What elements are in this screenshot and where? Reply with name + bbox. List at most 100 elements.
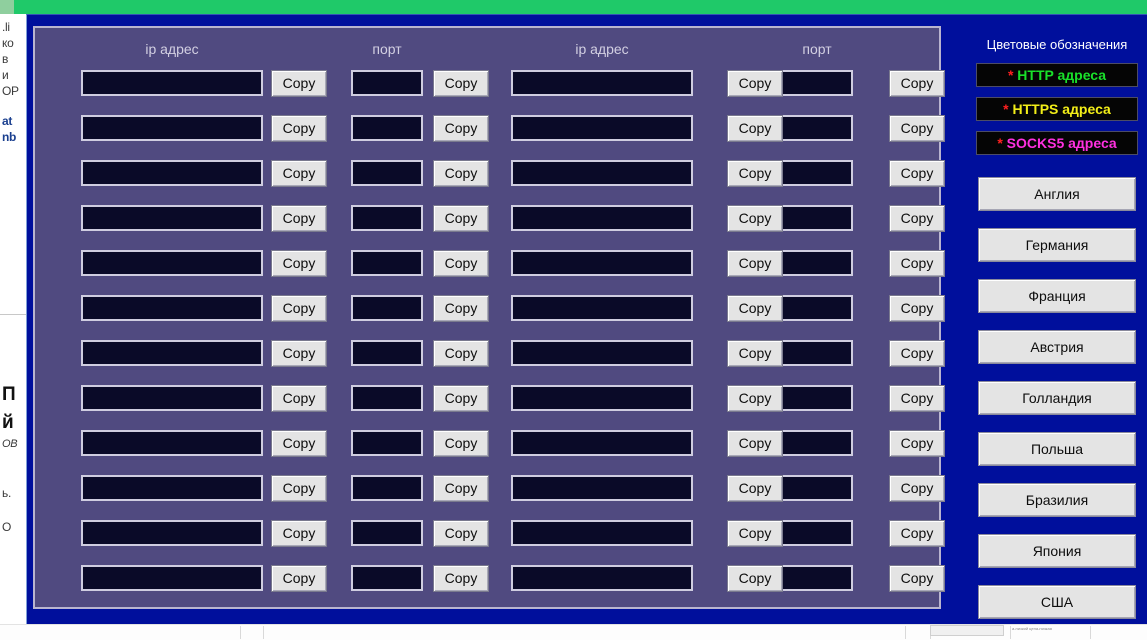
port-field-left[interactable] (351, 340, 423, 366)
copy-button-ip-right[interactable]: Copy (727, 70, 783, 97)
copy-button-ip-left[interactable]: Copy (271, 70, 327, 97)
ip-address-field-right[interactable] (511, 295, 693, 321)
copy-button-port-left[interactable]: Copy (433, 475, 489, 502)
copy-button-ip-right[interactable]: Copy (727, 385, 783, 412)
copy-button-port-left[interactable]: Copy (433, 205, 489, 232)
copy-button-ip-left[interactable]: Copy (271, 385, 327, 412)
port-field-right[interactable] (781, 160, 853, 186)
port-field-left[interactable] (351, 115, 423, 141)
port-field-left[interactable] (351, 520, 423, 546)
copy-button-ip-right[interactable]: Copy (727, 340, 783, 367)
copy-button-port-right[interactable]: Copy (889, 430, 945, 457)
copy-button-ip-right[interactable]: Copy (727, 205, 783, 232)
country-button-9[interactable]: США (978, 585, 1136, 619)
country-button-1[interactable]: Англия (978, 177, 1136, 211)
port-field-left[interactable] (351, 250, 423, 276)
ip-address-field-right[interactable] (511, 565, 693, 591)
copy-button-port-left[interactable]: Copy (433, 70, 489, 97)
copy-button-port-left[interactable]: Copy (433, 385, 489, 412)
ip-address-field-left[interactable] (81, 475, 263, 501)
country-button-5[interactable]: Голландия (978, 381, 1136, 415)
ip-address-field-right[interactable] (511, 520, 693, 546)
country-button-4[interactable]: Австрия (978, 330, 1136, 364)
copy-button-ip-left[interactable]: Copy (271, 250, 327, 277)
copy-button-ip-left[interactable]: Copy (271, 115, 327, 142)
ip-address-field-left[interactable] (81, 295, 263, 321)
copy-button-ip-right[interactable]: Copy (727, 295, 783, 322)
copy-button-port-left[interactable]: Copy (433, 430, 489, 457)
copy-button-port-right[interactable]: Copy (889, 385, 945, 412)
ip-address-field-left[interactable] (81, 520, 263, 546)
copy-button-ip-left[interactable]: Copy (271, 475, 327, 502)
copy-button-ip-right[interactable]: Copy (727, 565, 783, 592)
copy-button-port-left[interactable]: Copy (433, 520, 489, 547)
port-field-right[interactable] (781, 475, 853, 501)
copy-button-ip-right[interactable]: Copy (727, 520, 783, 547)
copy-button-port-right[interactable]: Copy (889, 205, 945, 232)
port-field-right[interactable] (781, 385, 853, 411)
port-field-left[interactable] (351, 295, 423, 321)
port-field-right[interactable] (781, 115, 853, 141)
copy-button-ip-right[interactable]: Copy (727, 115, 783, 142)
ip-address-field-right[interactable] (511, 385, 693, 411)
port-field-left[interactable] (351, 205, 423, 231)
copy-button-ip-left[interactable]: Copy (271, 520, 327, 547)
copy-button-ip-right[interactable]: Copy (727, 160, 783, 187)
ip-address-field-left[interactable] (81, 70, 263, 96)
ip-address-field-left[interactable] (81, 340, 263, 366)
ip-address-field-right[interactable] (511, 250, 693, 276)
copy-button-port-right[interactable]: Copy (889, 160, 945, 187)
copy-button-port-right[interactable]: Copy (889, 340, 945, 367)
copy-button-ip-right[interactable]: Copy (727, 250, 783, 277)
port-field-left[interactable] (351, 475, 423, 501)
port-field-left[interactable] (351, 565, 423, 591)
country-button-3[interactable]: Франция (978, 279, 1136, 313)
port-field-left[interactable] (351, 70, 423, 96)
ip-address-field-left[interactable] (81, 565, 263, 591)
port-field-right[interactable] (781, 520, 853, 546)
ip-address-field-right[interactable] (511, 205, 693, 231)
port-field-right[interactable] (781, 430, 853, 456)
ip-address-field-left[interactable] (81, 115, 263, 141)
country-button-6[interactable]: Польша (978, 432, 1136, 466)
copy-button-ip-left[interactable]: Copy (271, 295, 327, 322)
copy-button-ip-left[interactable]: Copy (271, 160, 327, 187)
copy-button-port-left[interactable]: Copy (433, 160, 489, 187)
ip-address-field-right[interactable] (511, 340, 693, 366)
port-field-right[interactable] (781, 250, 853, 276)
copy-button-port-right[interactable]: Copy (889, 475, 945, 502)
port-field-right[interactable] (781, 205, 853, 231)
copy-button-ip-right[interactable]: Copy (727, 430, 783, 457)
copy-button-ip-right[interactable]: Copy (727, 475, 783, 502)
ip-address-field-right[interactable] (511, 115, 693, 141)
ip-address-field-left[interactable] (81, 250, 263, 276)
copy-button-port-right[interactable]: Copy (889, 70, 945, 97)
country-button-7[interactable]: Бразилия (978, 483, 1136, 517)
port-field-right[interactable] (781, 565, 853, 591)
port-field-left[interactable] (351, 160, 423, 186)
port-field-right[interactable] (781, 70, 853, 96)
port-field-left[interactable] (351, 385, 423, 411)
copy-button-port-right[interactable]: Copy (889, 115, 945, 142)
country-button-8[interactable]: Япония (978, 534, 1136, 568)
copy-button-port-right[interactable]: Copy (889, 250, 945, 277)
ip-address-field-left[interactable] (81, 430, 263, 456)
copy-button-port-left[interactable]: Copy (433, 565, 489, 592)
copy-button-port-left[interactable]: Copy (433, 115, 489, 142)
ip-address-field-right[interactable] (511, 430, 693, 456)
copy-button-ip-left[interactable]: Copy (271, 430, 327, 457)
copy-button-ip-left[interactable]: Copy (271, 205, 327, 232)
ip-address-field-left[interactable] (81, 160, 263, 186)
port-field-right[interactable] (781, 295, 853, 321)
copy-button-port-left[interactable]: Copy (433, 295, 489, 322)
ip-address-field-right[interactable] (511, 70, 693, 96)
country-button-2[interactable]: Германия (978, 228, 1136, 262)
copy-button-port-right[interactable]: Copy (889, 565, 945, 592)
copy-button-port-left[interactable]: Copy (433, 340, 489, 367)
copy-button-ip-left[interactable]: Copy (271, 340, 327, 367)
ip-address-field-left[interactable] (81, 205, 263, 231)
port-field-left[interactable] (351, 430, 423, 456)
copy-button-port-right[interactable]: Copy (889, 520, 945, 547)
ip-address-field-left[interactable] (81, 385, 263, 411)
ip-address-field-right[interactable] (511, 160, 693, 186)
